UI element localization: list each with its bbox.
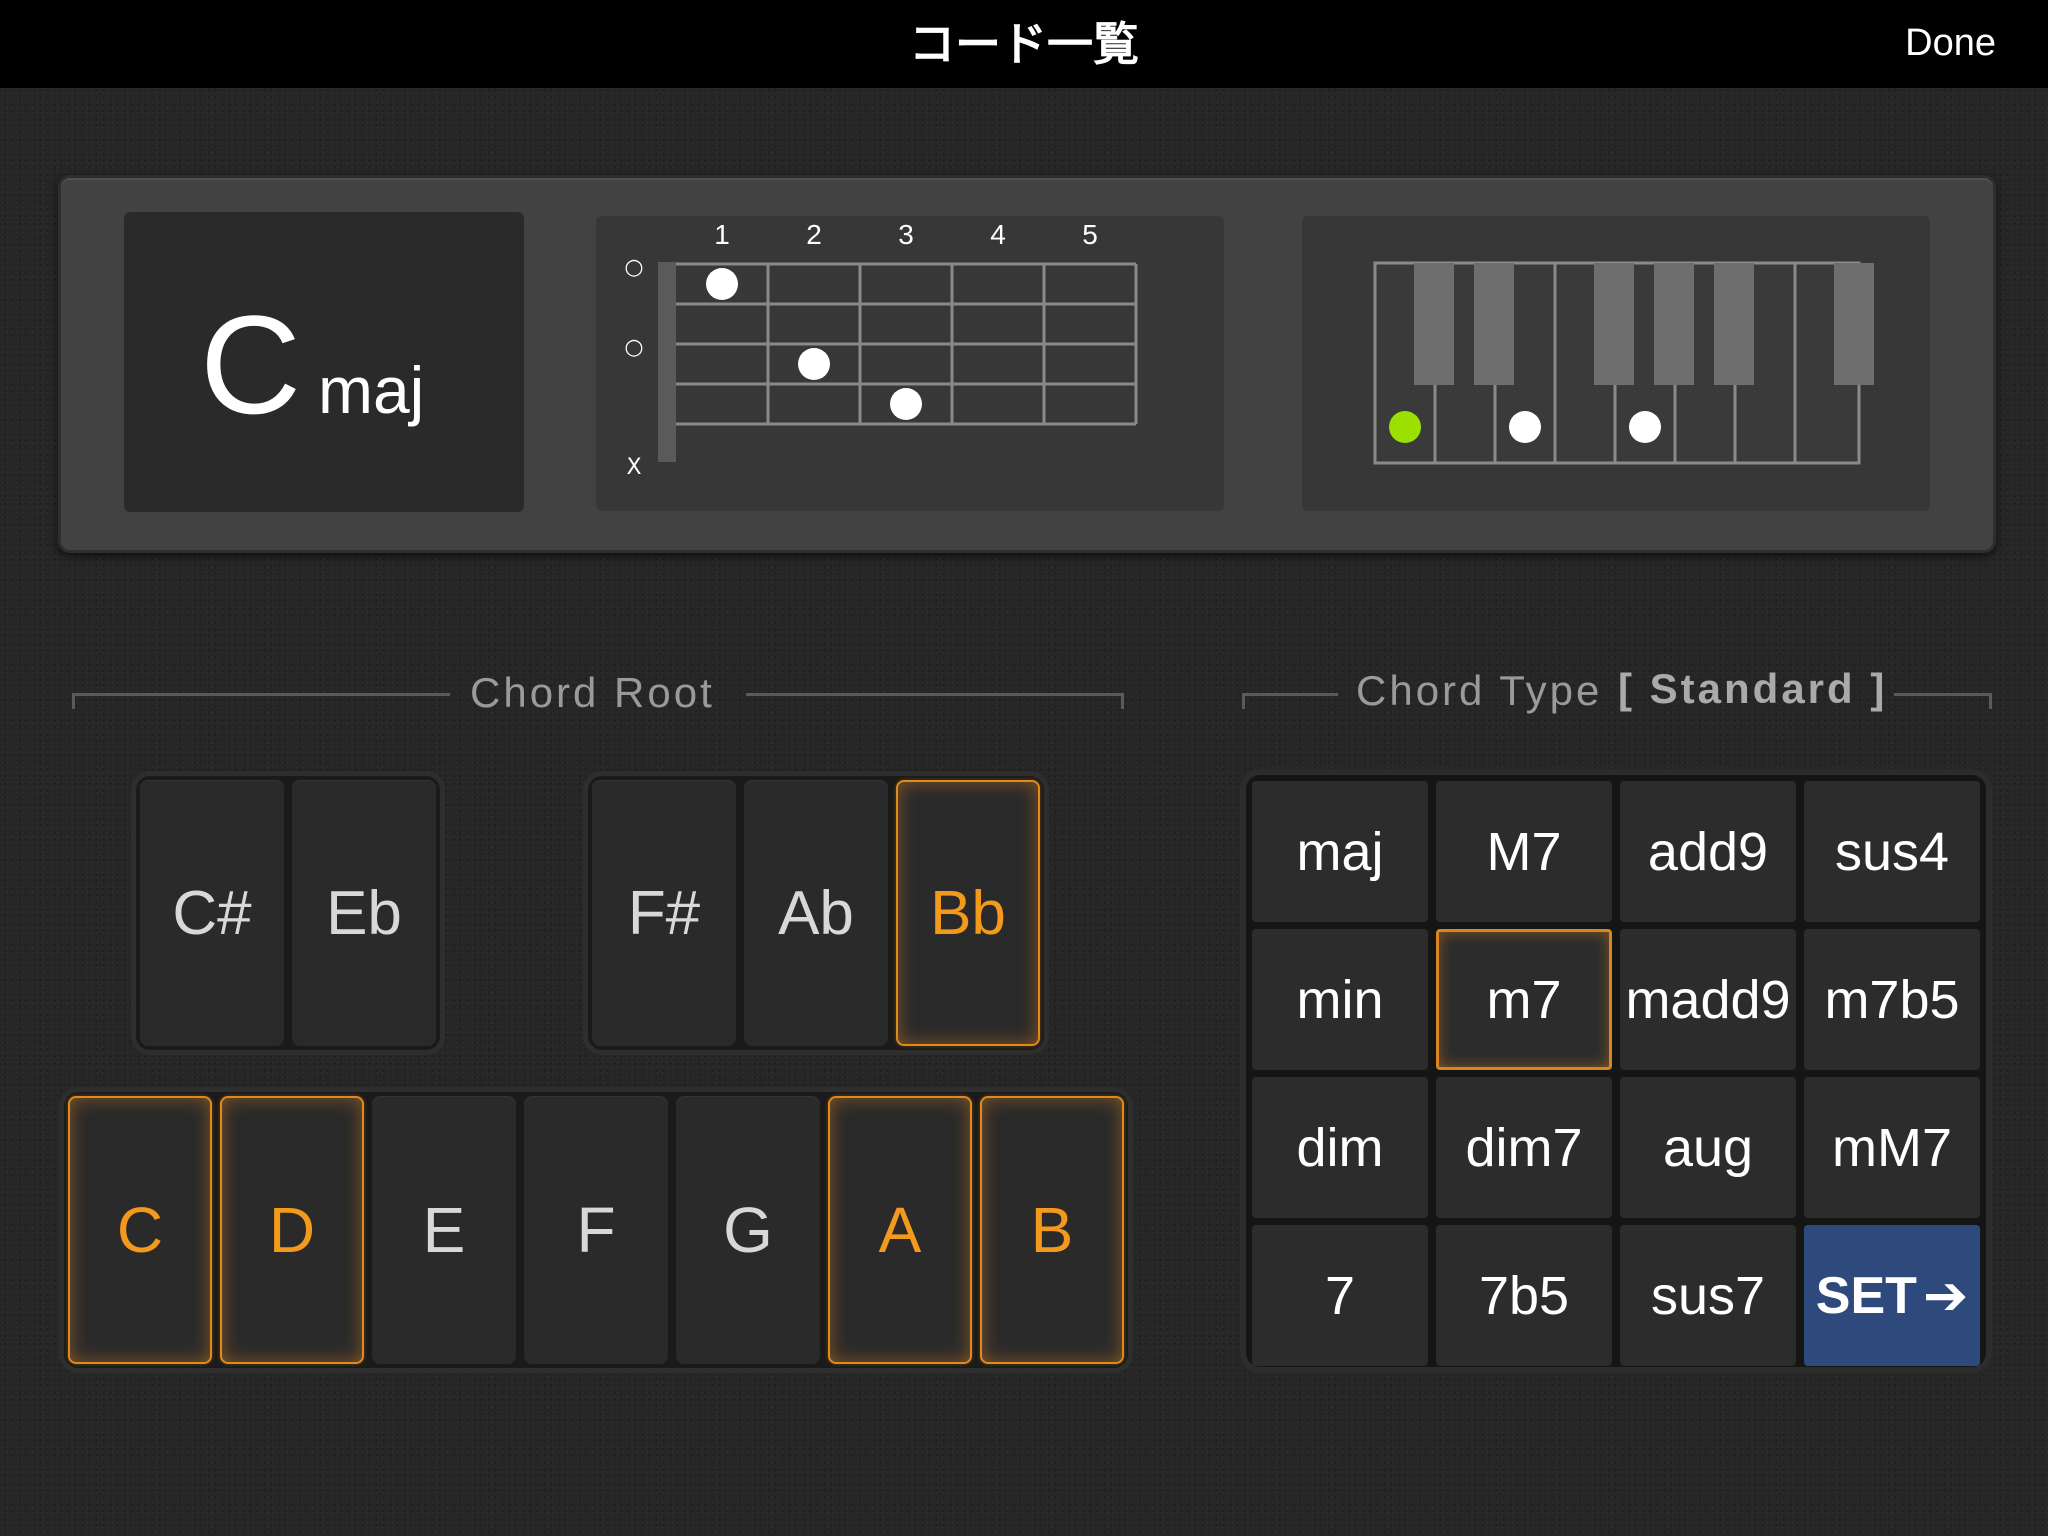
type-m7-major[interactable]: M7	[1436, 781, 1612, 922]
type-dim[interactable]: dim	[1252, 1077, 1428, 1218]
chord-type-grid: maj M7 add9 sus4 min m7 madd9 m7b5 dim d…	[1246, 775, 1986, 1367]
root-key-e-flat[interactable]: Eb	[292, 780, 436, 1046]
type-7[interactable]: 7	[1252, 1225, 1428, 1366]
done-button[interactable]: Done	[1905, 0, 1996, 88]
black-key	[1474, 263, 1514, 385]
string-marker: ○	[624, 255, 643, 280]
sharp-keys-group-1: C# Eb	[136, 776, 440, 1050]
type-add9[interactable]: add9	[1620, 781, 1796, 922]
root-key-c-sharp[interactable]: C#	[140, 780, 284, 1046]
type-7b5[interactable]: 7b5	[1436, 1225, 1612, 1366]
root-key-b-flat[interactable]: Bb	[896, 780, 1040, 1046]
type-sus4[interactable]: sus4	[1804, 781, 1980, 922]
root-key-f[interactable]: F	[524, 1096, 668, 1364]
guitar-diagram: 1 2 3 4 5 ○ ○ X	[596, 216, 1224, 511]
type-header-line-right	[1894, 693, 1992, 696]
piano-keyboard	[1373, 261, 1874, 465]
root-header-line-right	[746, 693, 1124, 696]
chord-type-mode[interactable]: [ Standard ]	[1618, 664, 1887, 714]
type-min[interactable]: min	[1252, 929, 1428, 1070]
guitar-fretboard: 1 2 3 4 5 ○ ○ X	[624, 219, 1138, 480]
chord-type-name: maj	[318, 353, 425, 427]
root-key-e[interactable]: E	[372, 1096, 516, 1364]
set-button[interactable]: SET ➔	[1804, 1225, 1980, 1366]
root-note-dot	[1389, 411, 1421, 443]
type-m7b5[interactable]: m7b5	[1804, 929, 1980, 1070]
root-key-g[interactable]: G	[676, 1096, 820, 1364]
fret-number: 1	[714, 219, 730, 250]
type-maj[interactable]: maj	[1252, 781, 1428, 922]
arrow-right-icon: ➔	[1922, 1266, 1969, 1326]
finger-dot	[706, 268, 738, 300]
piano-diagram	[1302, 216, 1930, 511]
chord-root-name: C	[200, 286, 302, 443]
type-dim7[interactable]: dim7	[1436, 1077, 1612, 1218]
root-key-d[interactable]: D	[220, 1096, 364, 1364]
root-key-a[interactable]: A	[828, 1096, 972, 1364]
string-marker: ○	[624, 335, 643, 360]
black-key	[1714, 263, 1754, 385]
natural-keys-group: C D E F G A B	[64, 1092, 1128, 1368]
string-marker: X	[626, 455, 641, 480]
type-m7[interactable]: m7	[1436, 929, 1612, 1070]
chord-type-heading: Chord Type	[1356, 667, 1603, 714]
type-header-line-left	[1242, 693, 1338, 696]
black-key	[1594, 263, 1634, 385]
black-key	[1834, 263, 1874, 385]
guitar-nut	[658, 262, 676, 462]
type-aug[interactable]: aug	[1620, 1077, 1796, 1218]
black-key	[1654, 263, 1694, 385]
fret-number: 3	[898, 219, 914, 250]
root-key-b[interactable]: B	[980, 1096, 1124, 1364]
type-madd9[interactable]: madd9	[1620, 929, 1796, 1070]
root-key-c[interactable]: C	[68, 1096, 212, 1364]
chord-root-heading: Chord Root	[470, 669, 715, 716]
chord-note-dot	[1509, 411, 1541, 443]
fret-number: 4	[990, 219, 1006, 250]
chord-note-dot	[1629, 411, 1661, 443]
finger-dot	[798, 348, 830, 380]
type-mm7[interactable]: mM7	[1804, 1077, 1980, 1218]
root-key-f-sharp[interactable]: F#	[592, 780, 736, 1046]
root-header-right-tick	[1121, 693, 1124, 709]
root-header-line-left	[72, 693, 450, 696]
root-key-a-flat[interactable]: Ab	[744, 780, 888, 1046]
fret-number: 5	[1082, 219, 1098, 250]
sharp-keys-group-2: F# Ab Bb	[588, 776, 1044, 1050]
type-header-right-tick	[1989, 693, 1992, 709]
fret-number: 2	[806, 219, 822, 250]
black-key	[1414, 263, 1454, 385]
finger-dot	[890, 388, 922, 420]
page-title: コード一覧	[909, 17, 1139, 71]
type-sus7[interactable]: sus7	[1620, 1225, 1796, 1366]
